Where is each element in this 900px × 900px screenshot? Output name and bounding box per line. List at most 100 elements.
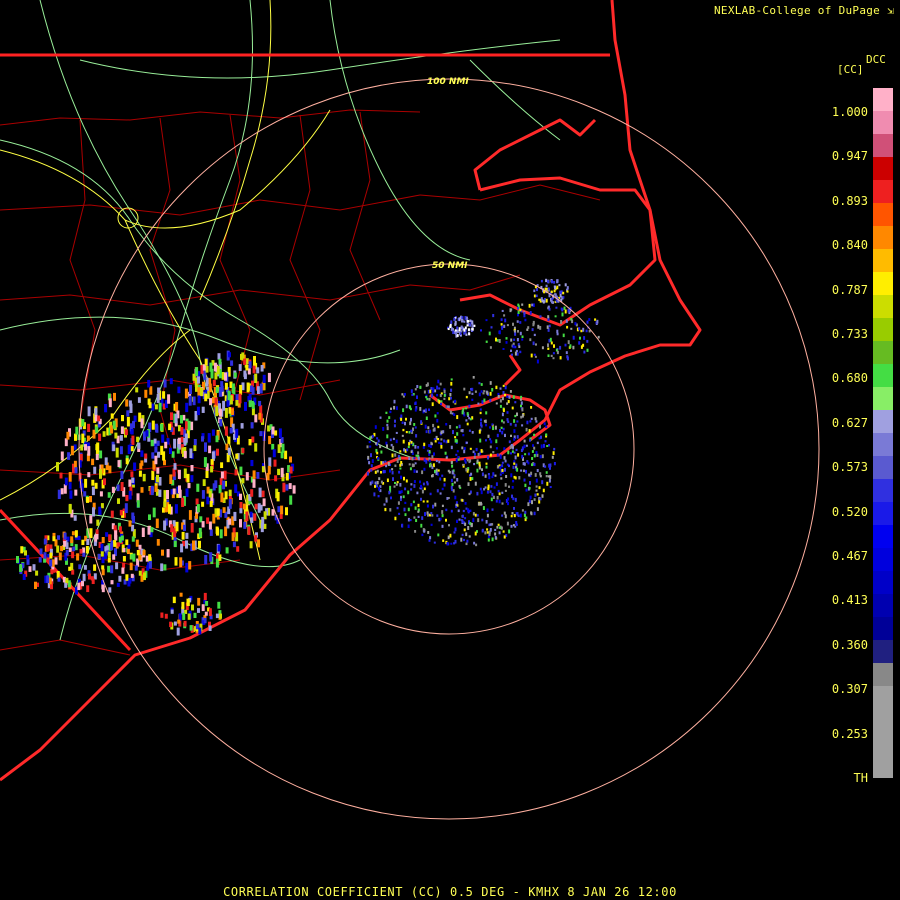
echo-pixel	[520, 395, 523, 399]
echo-pixel	[415, 434, 418, 438]
echo-pixel	[449, 410, 452, 415]
echo-pixel	[108, 398, 112, 408]
echo-pixel	[440, 430, 443, 435]
echo-pixel	[175, 402, 179, 412]
echo-pixel	[467, 526, 470, 530]
echo-pixel	[201, 501, 205, 507]
echo-pixel	[431, 402, 434, 407]
echo-pixel	[519, 398, 522, 401]
echo-pixel	[489, 438, 492, 441]
legend-swatch	[873, 410, 893, 433]
echo-pixel	[450, 320, 453, 324]
echo-pixel	[468, 417, 471, 420]
echo-pixel	[385, 411, 388, 414]
echo-pixel	[545, 425, 548, 428]
echo-pixel	[467, 482, 470, 486]
echo-pixel	[400, 461, 403, 465]
credit-label[interactable]: NEXLAB-College of DuPage ⇲	[714, 4, 894, 17]
echo-pixel	[380, 480, 383, 484]
echo-pixel	[414, 402, 417, 405]
echo-pixel	[460, 330, 463, 333]
echo-pixel	[383, 503, 386, 506]
echo-pixel	[486, 490, 489, 494]
echo-pixel	[215, 526, 219, 534]
echo-pixel	[434, 414, 437, 418]
echo-pixel	[46, 575, 50, 583]
echo-pixel	[410, 483, 413, 486]
echo-pixel	[110, 425, 114, 434]
echo-pixel	[485, 411, 488, 415]
echo-pixel	[508, 485, 510, 488]
echo-pixel	[465, 441, 468, 444]
echo-pixel	[163, 379, 167, 388]
echo-pixel	[525, 427, 528, 432]
echo-pixel	[380, 450, 383, 454]
echo-pixel	[398, 457, 401, 461]
echo-pixel	[394, 482, 396, 485]
echo-pixel	[439, 517, 442, 521]
echo-pixel	[586, 348, 589, 352]
echo-pixel	[102, 431, 106, 437]
echo-pixel	[540, 279, 543, 283]
echo-pixel	[529, 311, 532, 315]
echo-pixel	[559, 290, 562, 294]
echo-pixel	[404, 487, 407, 491]
echo-pixel	[131, 524, 135, 532]
echo-pixel	[486, 508, 489, 513]
echo-pixel	[96, 442, 100, 453]
echo-pixel	[435, 471, 438, 476]
echo-pixel	[101, 565, 105, 570]
echo-pixel	[261, 490, 265, 498]
echo-pixel	[228, 518, 232, 525]
echo-pixel	[409, 421, 412, 426]
echo-pixel	[247, 526, 251, 535]
echo-pixel	[471, 328, 474, 331]
echo-pixel	[178, 485, 181, 494]
echo-pixel	[556, 285, 559, 290]
echo-pixel	[515, 512, 518, 515]
echo-pixel	[402, 439, 405, 444]
echo-pixel	[222, 400, 226, 411]
echo-pixel	[122, 562, 126, 569]
echo-pixel	[489, 453, 492, 457]
echo-pixel	[498, 330, 501, 335]
echo-pixel	[580, 329, 583, 333]
echo-pixel	[57, 489, 61, 500]
echo-pixel	[197, 608, 200, 613]
echo-pixel	[426, 504, 429, 508]
echo-pixel	[433, 541, 436, 544]
echo-pixel	[523, 444, 526, 449]
echo-pixel	[428, 539, 431, 542]
echo-pixel	[449, 325, 452, 329]
echo-pixel	[66, 431, 70, 440]
echo-pixel	[432, 423, 435, 428]
echo-pixel	[455, 331, 458, 335]
echo-pixel	[168, 423, 172, 431]
echo-pixel	[495, 439, 498, 444]
echo-pixel	[111, 486, 115, 493]
echo-pixel	[116, 582, 120, 587]
echo-pixel	[517, 310, 520, 314]
echo-pixel	[87, 423, 91, 432]
echo-pixel	[379, 444, 382, 449]
echo-pixel	[460, 325, 463, 330]
echo-pixel	[233, 372, 237, 378]
echo-pixel	[539, 315, 542, 318]
echo-pixel	[487, 538, 490, 542]
echo-pixel	[129, 403, 133, 414]
echo-pixel	[386, 423, 389, 427]
echo-pixel	[107, 565, 111, 573]
echo-pixel	[104, 457, 108, 465]
echo-pixel	[487, 473, 490, 476]
legend-tick-label: 0.573	[831, 460, 868, 475]
echo-pixel	[195, 367, 199, 376]
echo-pixel	[147, 398, 151, 405]
echo-pixel	[220, 471, 224, 479]
echo-pixel	[228, 489, 232, 497]
echo-pixel	[539, 455, 542, 459]
echo-pixel	[87, 472, 91, 478]
echo-pixel	[224, 372, 227, 381]
legend-swatch	[873, 502, 893, 525]
echo-pixel	[253, 513, 257, 521]
echo-pixel	[437, 379, 440, 384]
